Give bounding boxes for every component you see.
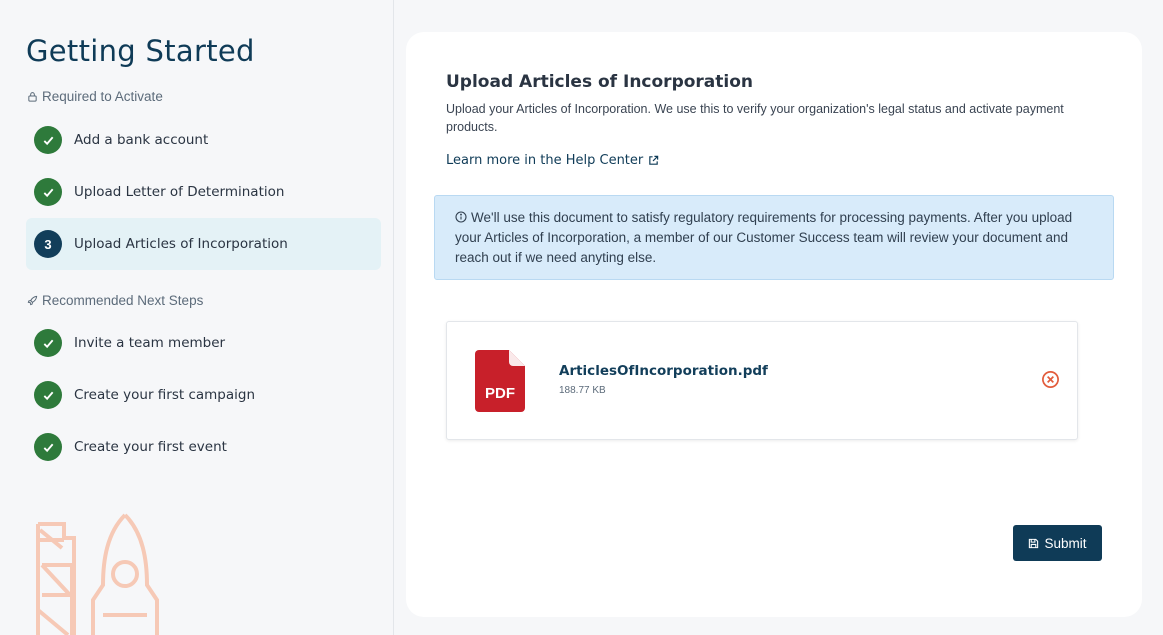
step-label: Upload Letter of Determination <box>74 184 285 200</box>
svg-text:PDF: PDF <box>485 385 515 402</box>
step-add-bank-account[interactable]: Add a bank account <box>26 114 381 166</box>
step-upload-articles-of-incorporation[interactable]: 3 Upload Articles of Incorporation <box>26 218 381 270</box>
step-label: Create your first campaign <box>74 387 256 403</box>
step-upload-letter-of-determination[interactable]: Upload Letter of Determination <box>26 166 381 218</box>
sidebar: Getting Started Required to Activate Add… <box>0 0 394 635</box>
page-title: Upload Articles of Incorporation <box>446 72 754 92</box>
check-icon <box>34 178 62 206</box>
sidebar-title: Getting Started <box>26 34 255 68</box>
step-label: Create your first event <box>74 439 227 455</box>
upload-card: Upload Articles of Incorporation Upload … <box>406 32 1142 617</box>
file-name: ArticlesOfIncorporation.pdf <box>559 363 768 379</box>
step-invite-team-member[interactable]: Invite a team member <box>26 317 381 369</box>
step-label: Invite a team member <box>74 335 226 351</box>
info-text: We'll use this document to satisfy regul… <box>455 210 1073 265</box>
check-icon <box>34 126 62 154</box>
step-create-first-campaign[interactable]: Create your first campaign <box>26 369 381 421</box>
close-circle-icon <box>1041 370 1059 388</box>
step-number-badge: 3 <box>34 230 62 258</box>
rocket-icon <box>27 295 38 306</box>
check-icon <box>34 381 62 409</box>
rocket-launch-illustration <box>36 513 159 635</box>
pdf-file-icon: PDF <box>475 350 525 412</box>
uploaded-file-tile: PDF ArticlesOfIncorporation.pdf 188.77 K… <box>446 321 1078 440</box>
remove-file-button[interactable] <box>1040 369 1060 389</box>
step-label: Upload Articles of Incorporation <box>74 236 288 252</box>
info-callout: We'll use this document to satisfy regul… <box>434 195 1114 280</box>
submit-button[interactable]: Submit <box>1013 525 1102 561</box>
help-center-link[interactable]: Learn more in the Help Center <box>446 153 659 168</box>
check-icon <box>34 433 62 461</box>
file-size: 188.77 KB <box>559 385 606 396</box>
recommended-section-label: Recommended Next Steps <box>27 293 203 308</box>
required-section-label: Required to Activate <box>27 89 163 104</box>
step-label: Add a bank account <box>74 132 209 148</box>
page-description: Upload your Articles of Incorporation. W… <box>446 102 1064 134</box>
external-link-icon <box>649 155 659 165</box>
lock-icon <box>28 92 37 102</box>
info-icon <box>455 211 467 223</box>
check-icon <box>34 329 62 357</box>
step-create-first-event[interactable]: Create your first event <box>26 421 381 473</box>
save-icon <box>1029 538 1039 548</box>
